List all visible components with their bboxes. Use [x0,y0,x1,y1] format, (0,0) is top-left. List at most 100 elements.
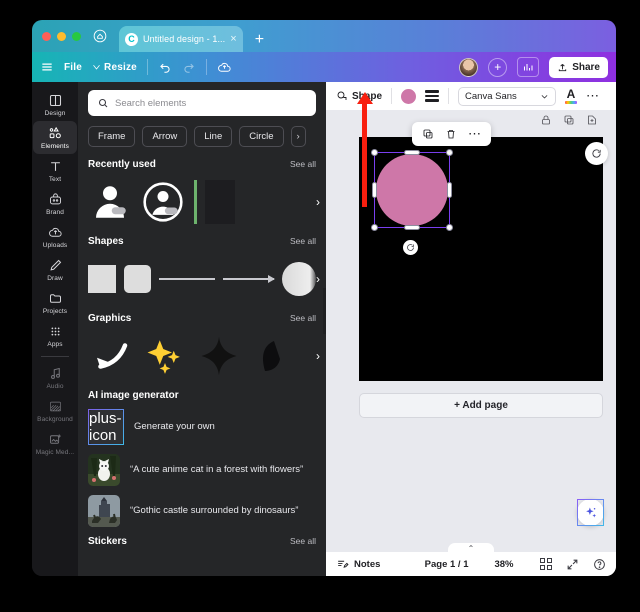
ai-generate-own-row[interactable]: plus-icon Generate your own [88,409,316,445]
share-button[interactable]: Share [549,56,608,78]
ai-prompt-text: “A cute anime cat in a forest with flowe… [130,463,304,475]
sidebar-item-background[interactable]: Background [33,394,77,427]
sidebar-item-uploads[interactable]: Uploads [33,220,77,253]
page-indicator[interactable]: Page 1 / 1 [425,559,469,570]
sidebar-item-projects[interactable]: Projects [33,286,77,319]
see-all-link[interactable]: See all [290,159,316,169]
lock-icon[interactable] [540,114,552,126]
green-line-element[interactable] [194,180,197,224]
cloud-save-icon[interactable] [217,60,232,75]
sidebar-item-brand[interactable]: Brand [33,187,77,220]
see-all-link[interactable]: See all [290,236,316,246]
chips-next-button[interactable]: › [290,126,306,147]
maximize-window-button[interactable] [72,31,81,41]
shape-line[interactable] [159,278,215,280]
resize-handle-tr[interactable] [446,149,453,156]
plus-icon: plus-icon [88,409,124,445]
grid-view-icon[interactable] [539,557,552,571]
notes-button[interactable]: Notes [336,558,380,571]
resize-button[interactable]: Resize [92,62,137,73]
close-window-button[interactable] [42,31,51,41]
more-horizontal-icon[interactable]: ⋯ [468,127,481,140]
recently-used-next-button[interactable]: › [310,185,326,219]
chip-frame[interactable]: Frame [88,126,136,147]
black-star-graphic[interactable] [196,335,242,377]
ai-prompt-row[interactable]: “Gothic castle surrounded by dinosaurs” [88,495,316,527]
add-page-icon[interactable] [586,114,598,126]
reload-icon[interactable] [585,142,608,165]
design-page[interactable]: ⋯ [359,122,603,381]
search-input[interactable]: Search elements [88,90,316,116]
bar-chart-icon[interactable] [517,57,540,77]
help-icon[interactable] [593,558,606,571]
stickers-header: Stickers See all [88,536,316,547]
more-horizontal-icon[interactable]: ⋯ [586,89,600,102]
chip-arrow[interactable]: Arrow [142,126,188,147]
curved-arrow-graphic[interactable] [88,335,134,377]
sidebar-item-draw[interactable]: Draw [33,253,77,286]
share-label: Share [572,61,600,73]
zoom-level[interactable]: 38% [494,559,513,570]
rotate-icon[interactable] [403,240,418,255]
sidebar-item-elements[interactable]: Elements [33,121,77,154]
resize-handle-right[interactable] [447,182,452,198]
redo-icon[interactable] [182,60,196,74]
sidebar-item-text[interactable]: Text [33,154,77,187]
upload-icon [559,63,567,71]
ai-prompt-row[interactable]: “A cute anime cat in a forest with flowe… [88,454,316,486]
see-all-link[interactable]: See all [290,536,316,546]
text-color-button[interactable]: A [565,87,578,104]
shape-square[interactable] [88,265,116,293]
shapes-icon [49,126,61,139]
browser-tab[interactable]: C Untitled design - 1... × [119,26,243,52]
sidebar-item-audio[interactable]: Audio [33,361,77,394]
hamburger-icon[interactable] [40,60,54,74]
caret-up-icon: ⌃ [467,544,475,553]
fullscreen-icon[interactable] [566,558,579,571]
black-shape-graphic[interactable] [250,335,286,377]
sidebar-item-design[interactable]: Design [33,88,77,121]
graphics-next-button[interactable]: › [310,339,326,373]
see-all-link[interactable]: See all [290,313,316,323]
line-style-icon[interactable] [425,90,440,102]
add-page-button[interactable]: + Add page [359,393,603,418]
font-family-select[interactable]: Canva Sans [458,86,557,106]
shape-rounded-square[interactable] [123,265,152,293]
user-avatar-element[interactable] [88,181,132,223]
home-icon[interactable] [87,23,113,49]
sidebar-item-apps[interactable]: Apps [33,319,77,352]
add-collaborator-button[interactable]: + [488,57,508,77]
resize-handle-top[interactable] [404,150,420,155]
text-color-A-icon: A [566,87,576,102]
minimize-window-button[interactable] [57,31,66,41]
window-controls[interactable] [40,20,87,52]
close-tab-icon[interactable]: × [230,33,236,45]
file-menu[interactable]: File [64,62,82,73]
view-controls [539,557,607,571]
shape-arrow[interactable] [222,275,276,283]
resize-icon [93,64,100,70]
resize-handle-left[interactable] [372,182,377,198]
new-tab-button[interactable]: + [255,32,264,48]
collapse-timeline-button[interactable]: ⌃ [448,543,494,553]
resize-handle-bottom[interactable] [404,225,420,230]
dark-element[interactable] [205,180,235,224]
duplicate-icon[interactable] [422,128,434,140]
trash-icon[interactable] [445,128,457,140]
shape-icon [337,91,347,100]
resize-handle-br[interactable] [446,224,453,231]
user-circle-element[interactable] [140,180,186,224]
grid-dots-icon [51,327,59,336]
yellow-sparkle-graphic[interactable] [142,335,188,377]
undo-icon[interactable] [158,60,172,74]
chip-circle[interactable]: Circle [239,126,284,147]
sidebar-label: Audio [46,383,64,390]
magic-sparkle-icon[interactable] [577,499,604,526]
sidebar-item-magic-media[interactable]: Magic Med... [33,427,77,460]
resize-handle-tl[interactable] [371,149,378,156]
duplicate-page-icon[interactable] [563,114,575,126]
avatar[interactable] [459,57,479,77]
resize-handle-bl[interactable] [371,224,378,231]
chip-line[interactable]: Line [194,126,233,147]
color-swatch[interactable] [401,88,417,104]
